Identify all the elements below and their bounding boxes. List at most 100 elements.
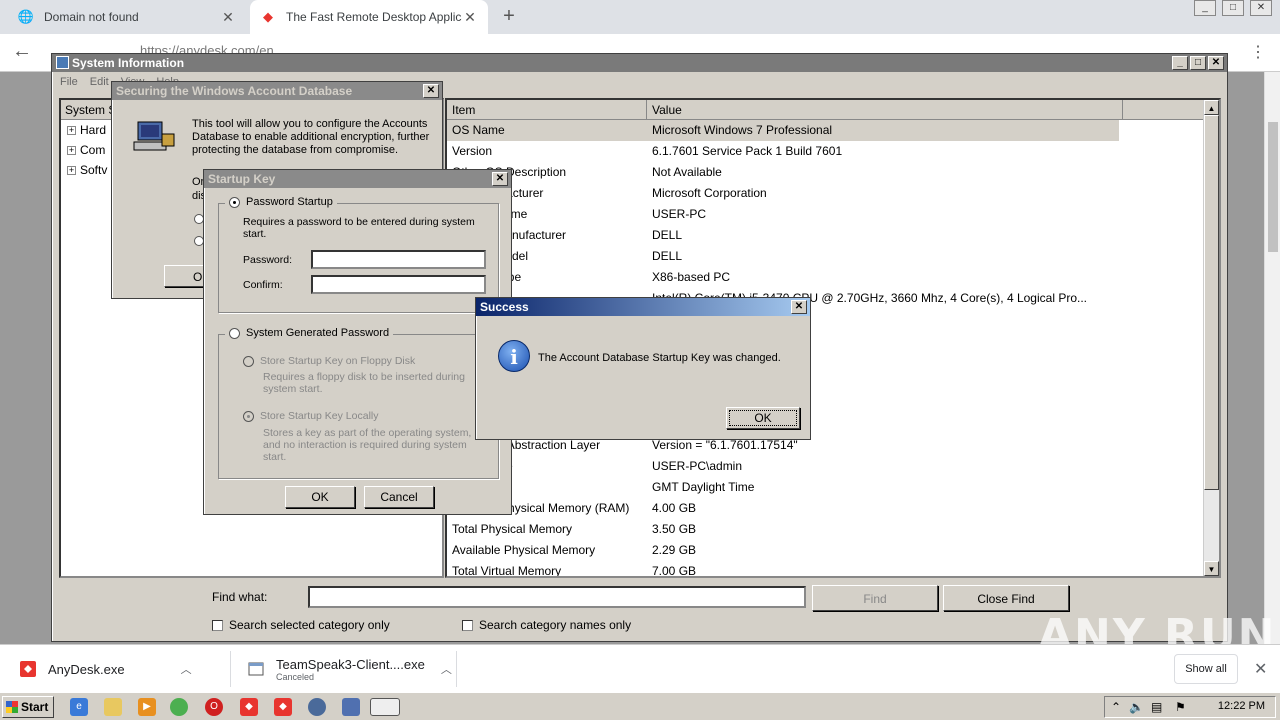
chevron-up-icon[interactable]: ⌃ [1111,700,1121,714]
ok-button[interactable]: OK [285,486,355,508]
media-player-icon[interactable]: ▶ [138,698,156,716]
table-row[interactable]: User NameUSER-PC\admin [447,456,1219,477]
expand-icon[interactable]: + [67,145,76,155]
close-icon[interactable]: ✕ [1254,659,1267,679]
checkbox-box[interactable] [462,619,473,631]
table-row[interactable]: Total Physical Memory 3.50 GB [447,519,1219,540]
table-row[interactable]: Installed Physical Memory (RAM) 4.00 GB [447,498,1219,519]
flag-icon[interactable]: ⚑ [1175,700,1186,714]
maximize-button[interactable]: □ [1190,56,1206,70]
confirm-field[interactable] [311,275,486,294]
table-row[interactable]: System ModelDELL [447,246,1219,267]
password-label: Password: [243,254,293,266]
row-value: USER-PC [652,207,707,221]
password-startup-group: Password Startup Requires a password to … [218,196,499,313]
active-window-button[interactable] [370,698,400,716]
security-icon[interactable] [308,698,326,716]
start-button[interactable]: Start [2,696,54,718]
volume-icon[interactable]: 🔈 [1129,700,1144,714]
table-row[interactable]: System ManufacturerDELL [447,225,1219,246]
table-row[interactable]: OS ManufacturerMicrosoft Corporation [447,183,1219,204]
expand-icon[interactable]: + [67,165,76,175]
cancel-button[interactable]: Cancel [364,486,434,508]
browser-window-controls: _ □ ✕ [1194,0,1272,16]
divider [456,651,457,687]
table-row[interactable]: System TypeX86-based PC [447,267,1219,288]
close-button[interactable]: ✕ [1208,56,1224,70]
locally-option[interactable]: Store Startup Key Locally [243,410,378,422]
new-tab-button[interactable]: + [498,5,520,28]
scroll-up-arrow-icon[interactable]: ▲ [1204,100,1219,115]
table-row[interactable]: Version 6.1.7601 Service Pack 1 Build 760… [447,141,1219,162]
page-scrollbar[interactable] [1264,72,1280,644]
download-item-anydesk[interactable]: AnyDesk.exe ︿ [20,645,192,693]
radio-button[interactable] [243,355,254,367]
find-button[interactable]: Find [812,585,938,611]
search-selected-checkbox[interactable]: Search selected category only [212,618,390,632]
anydesk-taskbar-icon[interactable]: ◆ [274,698,292,716]
menu-kebab-icon[interactable]: ⋮ [1250,42,1266,62]
option-label: Password Startup [246,196,333,208]
table-row[interactable]: Other OS DescriptionNot Available [447,162,1219,183]
table-row[interactable]: Available Physical Memory 2.29 GB [447,540,1219,561]
tab-anydesk[interactable]: ◆ The Fast Remote Desktop Applicatio ✕ [250,0,488,34]
password-field[interactable] [311,250,486,269]
floppy-option[interactable]: Store Startup Key on Floppy Disk [243,355,415,367]
anydesk-taskbar-icon[interactable]: ◆ [240,698,258,716]
ie-icon[interactable]: e [70,698,88,716]
table-row[interactable]: Time ZoneGMT Daylight Time [447,477,1219,498]
close-icon[interactable]: ✕ [220,9,236,26]
checkbox-label: Search category names only [479,618,632,632]
menu-edit[interactable]: Edit [90,76,109,88]
close-button[interactable]: ✕ [423,84,439,98]
minimize-button[interactable]: _ [1194,0,1216,16]
chrome-icon[interactable] [170,698,188,716]
close-button[interactable]: ✕ [791,300,807,314]
search-names-checkbox[interactable]: Search category names only [462,618,631,632]
show-all-button[interactable]: Show all [1174,654,1238,684]
scroll-thumb[interactable] [1204,115,1219,490]
list-header: Item Value [447,100,1219,120]
close-button[interactable]: ✕ [492,172,508,186]
checkbox-box[interactable] [212,619,223,631]
table-row[interactable]: OS Name Microsoft Windows 7 Professional [447,120,1119,141]
network-icon[interactable]: ▤ [1151,700,1162,714]
sysinfo-taskbar-icon[interactable] [342,698,360,716]
dialog-titlebar: Success ✕ [476,298,810,316]
list-scrollbar[interactable]: ▲ ▼ [1203,100,1219,576]
close-find-button[interactable]: Close Find [943,585,1069,611]
maximize-button[interactable]: □ [1222,0,1244,16]
table-row[interactable]: Total Virtual Memory 7.00 GB [447,561,1219,578]
row-item: Version [452,144,493,158]
scroll-down-arrow-icon[interactable]: ▼ [1204,561,1219,576]
system-generated-option[interactable]: System Generated Password [225,327,394,339]
chevron-up-icon[interactable]: ︿ [181,661,192,677]
radio-button[interactable] [229,196,240,208]
success-message: The Account Database Startup Key was cha… [538,352,781,364]
opera-icon[interactable]: O [205,698,223,716]
radio-button[interactable] [243,410,254,422]
password-startup-option[interactable]: Password Startup [225,196,337,208]
ok-button[interactable]: OK [726,407,800,429]
tab-domain-not-found[interactable]: 🌐 Domain not found ✕ [8,0,246,34]
scroll-thumb[interactable] [1268,122,1278,252]
column-value[interactable]: Value [647,100,1123,119]
menu-file[interactable]: File [60,76,78,88]
find-input[interactable] [308,586,806,608]
success-dialog: Success ✕ i The Account Database Startup… [475,297,811,440]
back-arrow-icon[interactable]: ← [12,40,32,63]
column-item[interactable]: Item [447,100,647,119]
option-description: Stores a key as part of the operating sy… [263,427,472,463]
explorer-icon[interactable] [104,698,122,716]
download-item-teamspeak[interactable]: TeamSpeak3-Client....exe Canceled ︿ [248,645,452,693]
radio-button[interactable] [229,327,240,339]
close-icon[interactable]: ✕ [462,9,478,26]
close-window-button[interactable]: ✕ [1250,0,1272,16]
expand-icon[interactable]: + [67,125,76,135]
chevron-up-icon[interactable]: ︿ [441,661,452,677]
minimize-button[interactable]: _ [1172,56,1188,70]
option-label: Store Startup Key Locally [260,410,379,422]
option-description: Requires a password to be entered during… [243,216,475,240]
row-value: 7.00 GB [652,564,697,578]
table-row[interactable]: System NameUSER-PC [447,204,1219,225]
